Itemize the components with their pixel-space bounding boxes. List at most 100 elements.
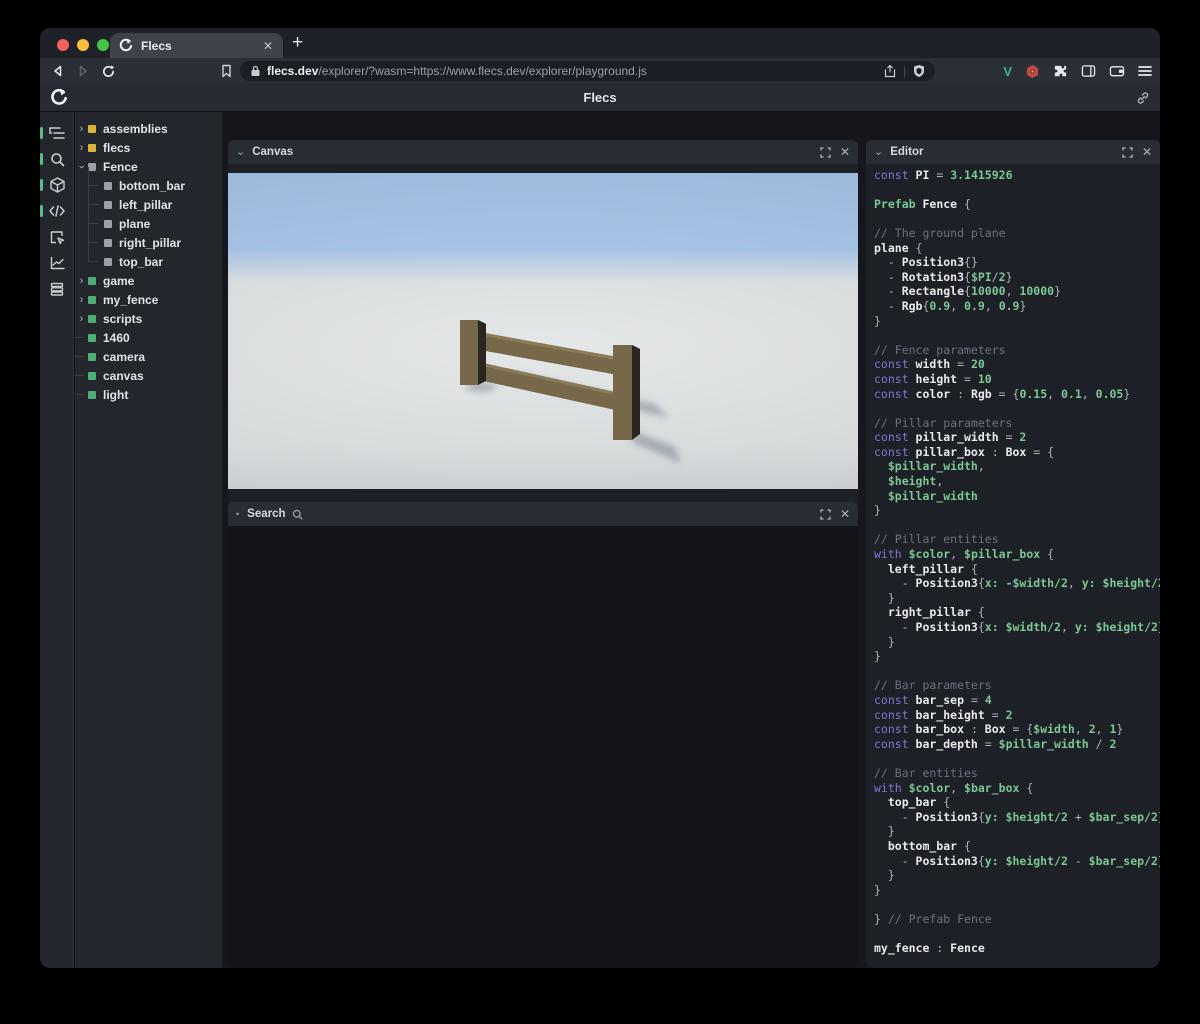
code-line: }: [874, 883, 1160, 898]
close-icon[interactable]: ✕: [1142, 146, 1152, 158]
chevron-right-icon[interactable]: ›: [75, 275, 88, 287]
code-line: // Fence parameters: [874, 343, 1160, 358]
active-indicator: [40, 153, 43, 165]
code-line: - Position3{x: -$width/2, y: $height/2}: [874, 576, 1160, 591]
tab-close-icon[interactable]: ✕: [261, 39, 275, 53]
close-icon[interactable]: ✕: [840, 508, 850, 520]
tree-item-label: my_fence: [103, 293, 158, 307]
entity-square-icon: [104, 182, 112, 190]
extensions-puzzle-icon[interactable]: [1053, 64, 1068, 79]
sidebar-item-entities[interactable]: [40, 172, 74, 198]
tree-item-top_bar[interactable]: top_bar: [75, 252, 222, 271]
tree-item-1460[interactable]: 1460: [75, 328, 222, 347]
tree-item-label: Fence: [103, 160, 138, 174]
sidebar-item-statistics[interactable]: [40, 250, 74, 276]
bookmark-icon[interactable]: [216, 61, 236, 81]
close-icon[interactable]: ✕: [840, 146, 850, 158]
menu-hamburger-icon[interactable]: [1138, 65, 1152, 77]
tree-leaf-dash: [75, 375, 84, 376]
sidebar-item-search[interactable]: [40, 146, 74, 172]
entity-square-icon: [88, 372, 96, 380]
code-line: - Position3{x: $width/2, y: $height/2}: [874, 620, 1160, 635]
mac-close-button[interactable]: [57, 39, 69, 51]
tree-item-game[interactable]: › game: [75, 271, 222, 290]
code-line: [874, 401, 1160, 416]
tree-item-scripts[interactable]: ›scripts: [75, 309, 222, 328]
new-tab-button[interactable]: +: [292, 32, 303, 54]
chevron-down-icon[interactable]: ⌄: [874, 145, 883, 158]
editor-panel-header[interactable]: ⌄ Editor ✕: [866, 140, 1160, 164]
code-line: - Position3{}: [874, 255, 1160, 270]
page-title: Flecs: [40, 90, 1160, 105]
browser-tab[interactable]: Flecs ✕: [110, 33, 283, 58]
adblock-hexagon-icon[interactable]: [1025, 64, 1040, 79]
mac-fullscreen-button[interactable]: [97, 39, 109, 51]
canvas-panel-body: [228, 164, 858, 545]
back-button[interactable]: [48, 61, 68, 81]
sidebar-toggle-icon[interactable]: [1081, 64, 1096, 78]
mac-minimize-button[interactable]: [77, 39, 89, 51]
search-panel-title: Search: [247, 508, 285, 520]
tree-item-label: bottom_bar: [119, 179, 185, 193]
expand-icon[interactable]: [1122, 147, 1133, 158]
wallet-icon[interactable]: [1109, 64, 1125, 78]
chevron-right-icon[interactable]: ›: [75, 142, 88, 154]
forward-button[interactable]: [73, 61, 93, 81]
tree-item-label: camera: [103, 350, 145, 364]
code-line: right_pillar {: [874, 605, 1160, 620]
canvas-panel-title: Canvas: [252, 146, 293, 158]
tree-item-label: left_pillar: [119, 198, 172, 212]
tree-item-light[interactable]: light: [75, 385, 222, 404]
tree-connector: [88, 205, 99, 224]
expand-icon[interactable]: [820, 509, 831, 520]
chevron-right-icon[interactable]: ›: [75, 123, 88, 135]
chevron-right-icon[interactable]: ›: [75, 313, 88, 325]
chevron-right-icon[interactable]: ›: [75, 294, 88, 306]
tree-item-flecs[interactable]: ›flecs: [75, 138, 222, 157]
entity-square-icon: [88, 125, 96, 133]
tree-item-label: top_bar: [119, 255, 163, 269]
tree-connector: [88, 167, 99, 186]
active-indicator: [40, 205, 43, 217]
sidebar-item-queries[interactable]: [40, 276, 74, 302]
url-bar[interactable]: flecs.dev/explorer/?wasm=https://www.fle…: [240, 61, 935, 81]
code-line: }: [874, 503, 1160, 518]
browser-window: Flecs ✕ + flecs.dev/explorer/?wasm=https…: [40, 28, 1160, 968]
tree-item-label: game: [103, 274, 134, 288]
code-line: }: [874, 635, 1160, 650]
tree-item-camera[interactable]: camera: [75, 347, 222, 366]
code-line: - Rectangle{10000, 10000}: [874, 284, 1160, 299]
code-line: $height,: [874, 474, 1160, 489]
code-line: }: [874, 314, 1160, 329]
expand-icon[interactable]: [820, 147, 831, 158]
shield-icon[interactable]: [913, 64, 925, 78]
tree-item-assemblies[interactable]: ›assemblies: [75, 119, 222, 138]
code-line: const bar_box : Box = {$width, 2, 1}: [874, 722, 1160, 737]
collapsed-dot-icon[interactable]: •: [236, 509, 239, 519]
fence-3d-render: [228, 173, 858, 489]
entity-tree: ›assemblies›flecs›Fencebottom_barleft_pi…: [75, 112, 222, 404]
entity-square-icon: [88, 391, 96, 399]
code-line: [874, 751, 1160, 766]
chevron-down-icon[interactable]: ›: [76, 160, 88, 173]
sidebar-item-inspector[interactable]: [40, 224, 74, 250]
canvas-panel-header[interactable]: ⌄ Canvas ✕: [228, 140, 858, 164]
tree-item-canvas[interactable]: canvas: [75, 366, 222, 385]
left-icon-sidebar: [40, 112, 74, 968]
entity-square-icon: [88, 334, 96, 342]
code-line: const height = 10: [874, 372, 1160, 387]
code-line: - Position3{y: $height/2 + $bar_sep/2}: [874, 810, 1160, 825]
tree-item-my_fence[interactable]: › my_fence: [75, 290, 222, 309]
vue-devtools-icon[interactable]: V: [1003, 64, 1012, 79]
entity-square-icon: [88, 277, 96, 285]
code-editor[interactable]: - .const PI = 3.1415926 Prefab Fence { /…: [866, 164, 1160, 968]
search-panel-body[interactable]: [228, 526, 858, 968]
sidebar-item-tree-view[interactable]: [40, 120, 74, 146]
sidebar-item-code[interactable]: [40, 198, 74, 224]
share-icon[interactable]: [884, 64, 896, 78]
search-panel-header[interactable]: • Search ✕: [228, 502, 858, 526]
chevron-down-icon[interactable]: ⌄: [236, 145, 245, 158]
3d-viewport[interactable]: [228, 173, 858, 489]
reload-button[interactable]: [98, 61, 118, 81]
entity-square-icon: [88, 353, 96, 361]
